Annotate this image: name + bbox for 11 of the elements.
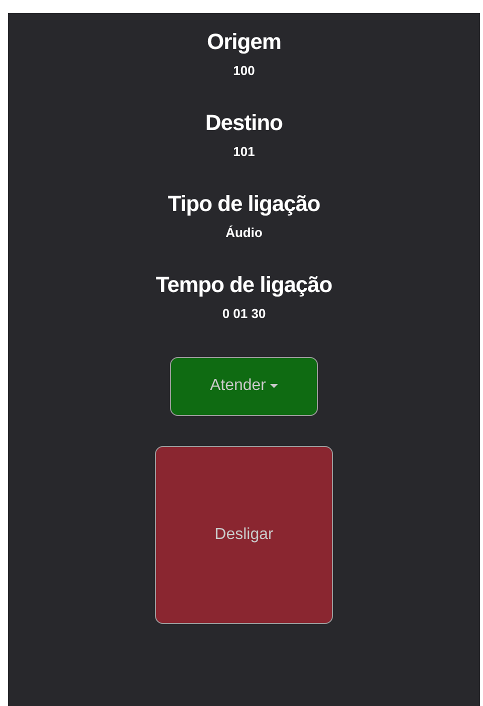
field-label: Origem: [206, 29, 282, 56]
field-value: 101: [232, 143, 256, 162]
field-value: 100: [232, 62, 256, 80]
field-label: Tipo de ligação: [168, 190, 320, 218]
field-label: Tempo de ligação: [156, 272, 332, 298]
answer-dropdown-button[interactable]: Atender: [170, 356, 318, 416]
field-value: Áudio: [224, 224, 264, 242]
caret-icon: [270, 384, 278, 388]
hang-up-button[interactable]: Desligar: [155, 446, 333, 624]
field-label: Destino: [205, 110, 283, 136]
field-value: 0 01 30: [221, 305, 267, 324]
